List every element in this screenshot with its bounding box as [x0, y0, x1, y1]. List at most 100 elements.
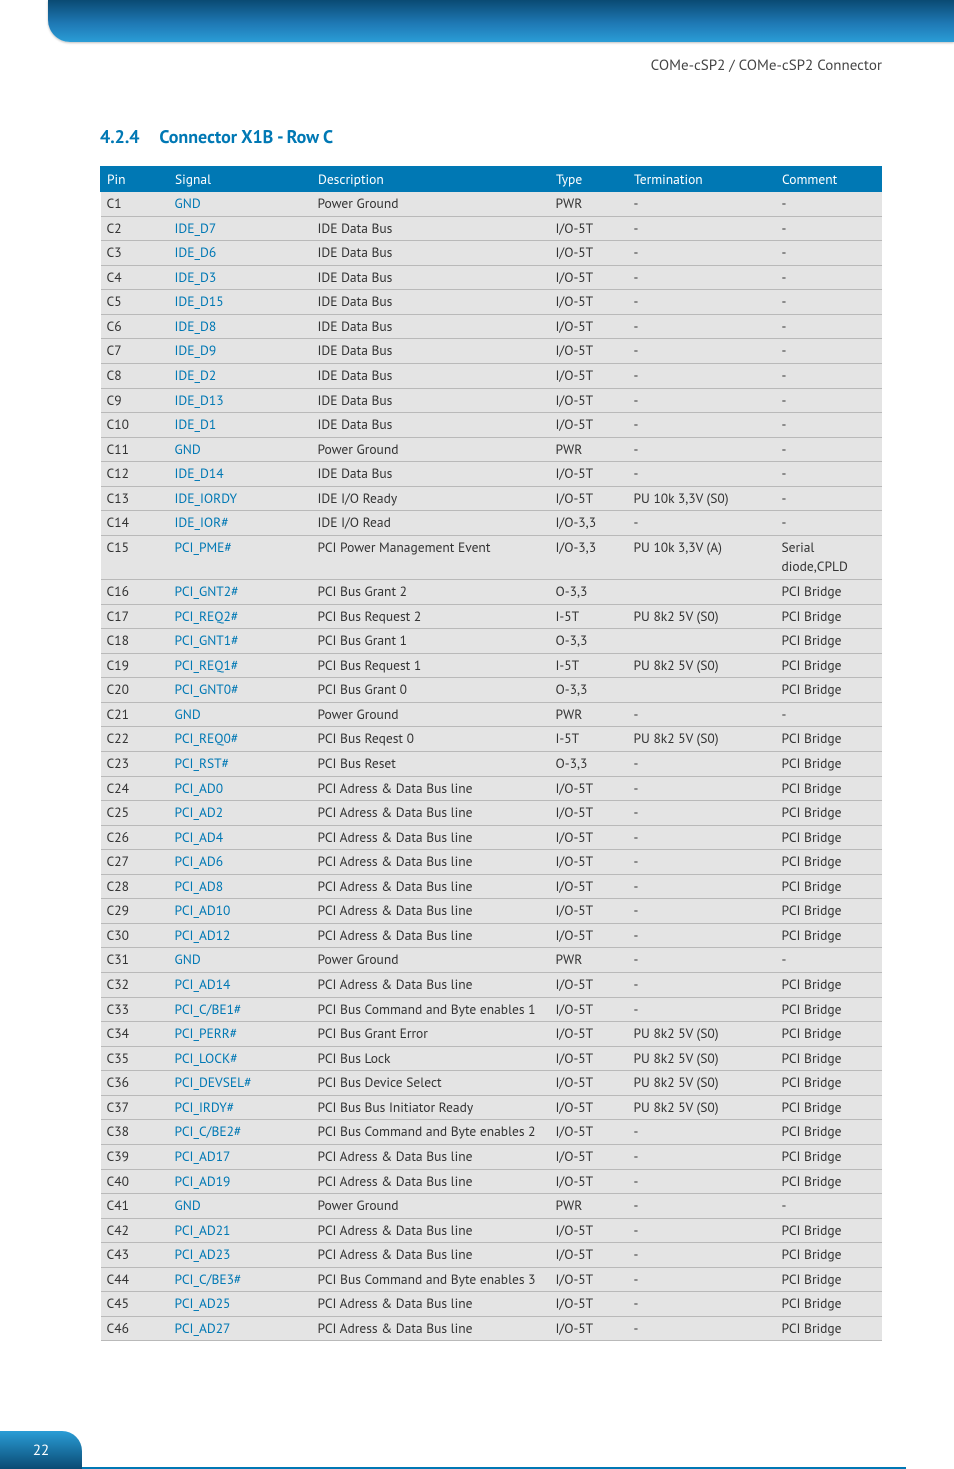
cell-description: IDE Data Bus: [312, 462, 550, 487]
cell-termination: -: [628, 339, 776, 364]
table-row: C11GNDPower GroundPWR--: [101, 437, 882, 462]
cell-comment: PCI Bridge: [776, 678, 882, 703]
cell-signal: PCI_AD23: [169, 1243, 312, 1268]
cell-pin: C22: [101, 727, 169, 752]
table-row: C44PCI_C/BE3#PCI Bus Command and Byte en…: [101, 1267, 882, 1292]
table-row: C39PCI_AD17PCI Adress & Data Bus lineI/O…: [101, 1144, 882, 1169]
cell-termination: -: [628, 413, 776, 438]
cell-pin: C20: [101, 678, 169, 703]
cell-type: I/O-5T: [550, 825, 628, 850]
cell-signal: PCI_C/BE1#: [169, 997, 312, 1022]
cell-description: PCI Adress & Data Bus line: [312, 923, 550, 948]
cell-signal: PCI_IRDY#: [169, 1095, 312, 1120]
cell-signal: IDE_D13: [169, 388, 312, 413]
cell-type: I/O-5T: [550, 314, 628, 339]
cell-comment: PCI Bridge: [776, 1120, 882, 1145]
cell-type: I/O-5T: [550, 486, 628, 511]
cell-signal: PCI_REQ2#: [169, 604, 312, 629]
cell-type: I/O-5T: [550, 1267, 628, 1292]
cell-type: O-3,3: [550, 580, 628, 605]
cell-comment: -: [776, 216, 882, 241]
cell-pin: C40: [101, 1169, 169, 1194]
cell-type: I/O-5T: [550, 339, 628, 364]
cell-pin: C23: [101, 751, 169, 776]
table-row: C33PCI_C/BE1#PCI Bus Command and Byte en…: [101, 997, 882, 1022]
cell-type: I/O-5T: [550, 1243, 628, 1268]
cell-type: O-3,3: [550, 678, 628, 703]
cell-pin: C7: [101, 339, 169, 364]
cell-description: PCI Bus Reqest 0: [312, 727, 550, 752]
cell-description: PCI Adress & Data Bus line: [312, 825, 550, 850]
cell-description: PCI Bus Command and Byte enables 3: [312, 1267, 550, 1292]
cell-termination: -: [628, 1144, 776, 1169]
table-row: C28PCI_AD8PCI Adress & Data Bus lineI/O-…: [101, 874, 882, 899]
table-row: C2IDE_D7IDE Data BusI/O-5T--: [101, 216, 882, 241]
cell-signal: PCI_AD12: [169, 923, 312, 948]
cell-type: I/O-5T: [550, 973, 628, 998]
cell-description: PCI Adress & Data Bus line: [312, 1316, 550, 1341]
cell-description: Power Ground: [312, 437, 550, 462]
cell-signal: PCI_LOCK#: [169, 1046, 312, 1071]
cell-type: I/O-5T: [550, 363, 628, 388]
cell-termination: -: [628, 899, 776, 924]
cell-description: PCI Bus Lock: [312, 1046, 550, 1071]
cell-signal: PCI_AD8: [169, 874, 312, 899]
cell-description: IDE Data Bus: [312, 265, 550, 290]
cell-termination: -: [628, 874, 776, 899]
cell-description: PCI Bus Command and Byte enables 2: [312, 1120, 550, 1145]
cell-signal: IDE_D7: [169, 216, 312, 241]
cell-signal: PCI_AD14: [169, 973, 312, 998]
cell-termination: -: [628, 462, 776, 487]
cell-termination: -: [628, 388, 776, 413]
cell-description: PCI Bus Grant 2: [312, 580, 550, 605]
cell-pin: C28: [101, 874, 169, 899]
cell-termination: PU 8k2 5V (S0): [628, 1022, 776, 1047]
cell-comment: PCI Bridge: [776, 580, 882, 605]
table-row: C16PCI_GNT2#PCI Bus Grant 2O-3,3PCI Brid…: [101, 580, 882, 605]
cell-description: PCI Bus Grant 0: [312, 678, 550, 703]
cell-type: I/O-5T: [550, 1022, 628, 1047]
cell-description: PCI Adress & Data Bus line: [312, 973, 550, 998]
cell-termination: -: [628, 265, 776, 290]
cell-signal: GND: [169, 702, 312, 727]
cell-description: PCI Bus Grant 1: [312, 629, 550, 654]
table-row: C7IDE_D9IDE Data BusI/O-5T--: [101, 339, 882, 364]
cell-type: I-5T: [550, 653, 628, 678]
cell-comment: -: [776, 486, 882, 511]
table-row: C38PCI_C/BE2#PCI Bus Command and Byte en…: [101, 1120, 882, 1145]
th-comment: Comment: [776, 167, 882, 192]
cell-description: PCI Adress & Data Bus line: [312, 1243, 550, 1268]
cell-type: I/O-5T: [550, 997, 628, 1022]
cell-signal: GND: [169, 1194, 312, 1219]
cell-type: PWR: [550, 702, 628, 727]
cell-type: I/O-5T: [550, 776, 628, 801]
cell-termination: -: [628, 1292, 776, 1317]
cell-termination: -: [628, 1267, 776, 1292]
cell-termination: -: [628, 192, 776, 217]
cell-comment: -: [776, 462, 882, 487]
cell-signal: IDE_D2: [169, 363, 312, 388]
cell-description: IDE Data Bus: [312, 363, 550, 388]
cell-comment: PCI Bridge: [776, 850, 882, 875]
cell-description: PCI Adress & Data Bus line: [312, 850, 550, 875]
cell-termination: -: [628, 702, 776, 727]
cell-description: PCI Adress & Data Bus line: [312, 1218, 550, 1243]
cell-pin: C5: [101, 290, 169, 315]
cell-pin: C37: [101, 1095, 169, 1120]
cell-termination: [628, 678, 776, 703]
cell-description: PCI Adress & Data Bus line: [312, 899, 550, 924]
cell-signal: PCI_GNT0#: [169, 678, 312, 703]
cell-type: I/O-5T: [550, 1218, 628, 1243]
cell-comment: PCI Bridge: [776, 923, 882, 948]
cell-termination: PU 8k2 5V (S0): [628, 1095, 776, 1120]
connector-table: Pin Signal Description Type Termination …: [100, 166, 882, 1341]
cell-type: I/O-5T: [550, 1095, 628, 1120]
cell-termination: -: [628, 216, 776, 241]
cell-termination: [628, 580, 776, 605]
cell-signal: PCI_AD19: [169, 1169, 312, 1194]
cell-comment: PCI Bridge: [776, 1316, 882, 1341]
cell-description: IDE Data Bus: [312, 413, 550, 438]
cell-pin: C46: [101, 1316, 169, 1341]
table-row: C12IDE_D14IDE Data BusI/O-5T--: [101, 462, 882, 487]
cell-termination: -: [628, 1120, 776, 1145]
